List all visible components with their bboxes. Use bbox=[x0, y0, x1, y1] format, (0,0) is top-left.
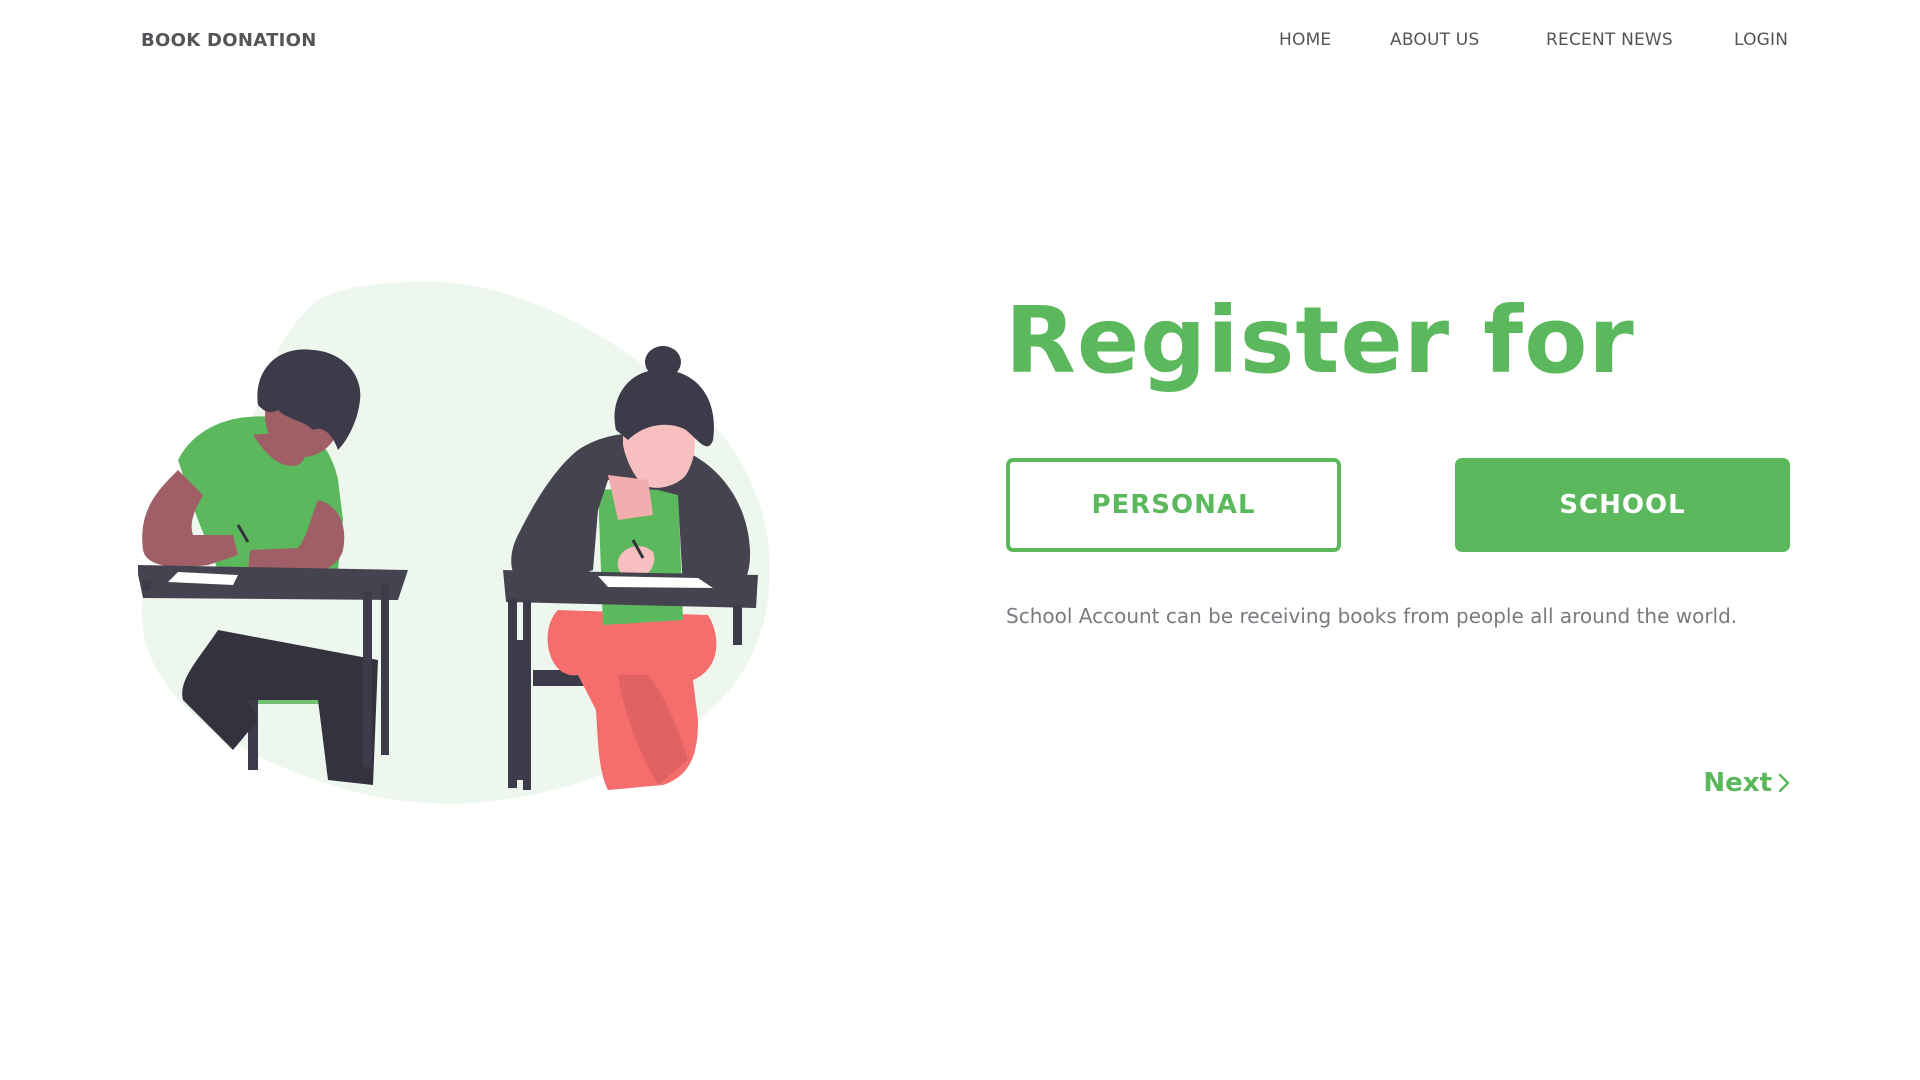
chevron-right-icon bbox=[1778, 773, 1790, 793]
school-account-button[interactable]: SCHOOL bbox=[1455, 458, 1790, 552]
nav-about-us[interactable]: ABOUT US bbox=[1390, 30, 1479, 50]
page-title: Register for bbox=[1005, 287, 1635, 394]
nav-home[interactable]: HOME bbox=[1279, 30, 1331, 50]
next-button[interactable]: Next bbox=[1703, 768, 1790, 798]
nav-recent-news[interactable]: RECENT NEWS bbox=[1546, 30, 1673, 50]
nav-login[interactable]: LOGIN bbox=[1734, 30, 1788, 50]
account-description: School Account can be receiving books fr… bbox=[1006, 604, 1738, 628]
students-illustration bbox=[138, 281, 771, 804]
personal-button-label: PERSONAL bbox=[1091, 490, 1256, 520]
brand-logo[interactable]: BOOK DONATION bbox=[141, 30, 317, 51]
school-button-label: SCHOOL bbox=[1559, 490, 1686, 520]
personal-account-button[interactable]: PERSONAL bbox=[1006, 458, 1341, 552]
next-label: Next bbox=[1703, 768, 1772, 798]
